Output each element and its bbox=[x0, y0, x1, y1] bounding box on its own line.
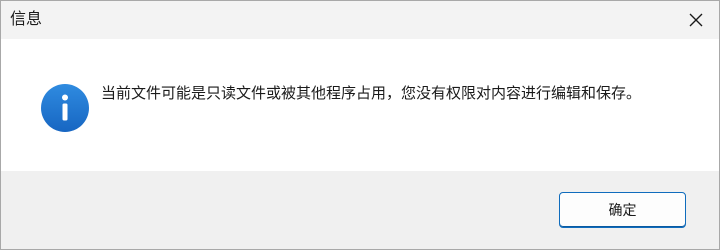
close-icon bbox=[689, 13, 703, 27]
close-button[interactable] bbox=[673, 1, 719, 39]
window-title: 信息 bbox=[10, 9, 43, 28]
dialog-message: 当前文件可能是只读文件或被其他程序占用，您没有权限对内容进行编辑和保存。 bbox=[101, 84, 642, 102]
ok-button[interactable]: 确定 bbox=[559, 192, 686, 228]
title-bar: 信息 bbox=[1, 1, 719, 39]
button-bar: 确定 bbox=[1, 171, 719, 249]
info-icon bbox=[41, 84, 89, 132]
message-dialog: 信息 当前文件可能是只读文件或被其他程序占用，您没有权限对内容进行编辑和保存。 … bbox=[0, 0, 720, 250]
dialog-content: 当前文件可能是只读文件或被其他程序占用，您没有权限对内容进行编辑和保存。 bbox=[1, 39, 719, 171]
